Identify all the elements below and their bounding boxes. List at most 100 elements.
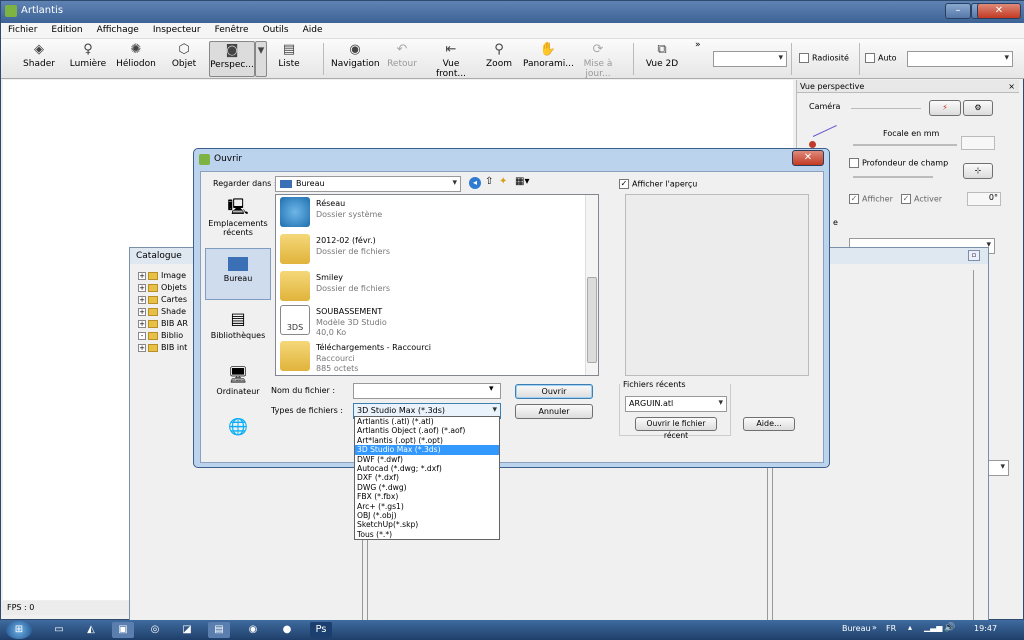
explorer-icon[interactable]: ▭ <box>48 622 70 638</box>
filetype-option[interactable]: DXF (*.dxf) <box>355 473 499 482</box>
toolbar-overflow[interactable]: » <box>695 40 701 50</box>
filetype-option[interactable]: FBX (*.fbx) <box>355 492 499 501</box>
afficher-apercu-checkbox[interactable]: ✓ Afficher l'aperçu <box>619 179 697 189</box>
filename-input[interactable] <box>353 383 501 399</box>
file-list-scrollbar[interactable] <box>585 195 598 375</box>
mise-a-jour-button[interactable]: ⟳ Mise à jour... <box>573 41 623 79</box>
back-icon[interactable]: ◂ <box>469 177 481 189</box>
menu-aide[interactable]: Aide <box>296 23 330 37</box>
objet-button[interactable]: ⬡ Objet <box>165 41 203 77</box>
place-network[interactable]: 🌐 <box>205 412 271 440</box>
language-indicator[interactable]: FR <box>886 624 896 633</box>
profondeur-checkbox[interactable]: Profondeur de champ <box>849 158 948 168</box>
recents-dropdown[interactable]: ARGUIN.atl <box>625 396 727 412</box>
network-signal-icon[interactable]: ▁▃▅ <box>924 623 942 632</box>
taskbar-app-icon[interactable]: ◭ <box>80 622 102 638</box>
tray-arrow-icon[interactable]: ▴ <box>908 623 912 632</box>
file-row-reseau[interactable]: Réseau Dossier système <box>280 195 580 231</box>
vue-2d-button[interactable]: ⧉ Vue 2D <box>643 41 681 77</box>
photoshop-icon[interactable]: Ps <box>310 622 332 638</box>
scrollbar-thumb[interactable] <box>587 277 597 363</box>
target-button[interactable]: ⊹ <box>963 163 993 179</box>
aide-button[interactable]: Aide... <box>743 417 795 431</box>
annuler-button[interactable]: Annuler <box>515 404 593 419</box>
gear-icon[interactable]: ⚙ <box>963 100 993 116</box>
menu-inspecteur[interactable]: Inspecteur <box>146 23 208 37</box>
tree-item[interactable]: + BIB AR <box>138 318 198 330</box>
camera-path-button[interactable]: ⚡ <box>929 100 961 116</box>
toolbar-combo[interactable] <box>713 51 787 67</box>
minimize-button[interactable]: – <box>945 3 971 19</box>
place-bibliotheques[interactable]: ▤ Bibliothèques <box>205 304 271 356</box>
auto-checkbox[interactable]: Auto <box>865 53 897 63</box>
radiosite-checkbox[interactable]: Radiosité <box>799 53 849 63</box>
place-bureau[interactable]: Bureau <box>205 248 271 300</box>
panoramique-button[interactable]: ✋ Panorami... <box>523 41 574 77</box>
perspective-dropdown[interactable]: ▾ <box>255 41 267 77</box>
menu-fenetre[interactable]: Fenêtre <box>208 23 256 37</box>
file-row-smiley[interactable]: Smiley Dossier de fichiers <box>280 269 580 305</box>
panel-combo-lower[interactable] <box>987 460 1009 476</box>
tree-item[interactable]: + Image <box>138 270 198 282</box>
chevron-down-icon[interactable]: ▾ <box>489 384 494 394</box>
filetype-option[interactable]: DWF (*.dwf) <box>355 455 499 464</box>
close-button[interactable]: ✕ <box>977 3 1021 19</box>
taskbar-app-icon[interactable]: ▣ <box>112 622 134 638</box>
filetype-option[interactable]: Artlantis Object (.aof) (*.aof) <box>355 426 499 435</box>
up-folder-icon[interactable]: ⇧ <box>485 176 493 187</box>
afficher-checkbox[interactable]: ✓ Afficher <box>849 194 893 204</box>
start-button[interactable]: ⊞ <box>6 621 32 639</box>
retour-button[interactable]: ↶ Retour <box>385 41 419 77</box>
ouvrir-recent-button[interactable]: Ouvrir le fichier récent <box>635 417 717 440</box>
taskbar-bureau[interactable]: Bureau <box>842 624 871 633</box>
filetype-option[interactable]: DWG (*.dwg) <box>355 483 499 492</box>
place-ordinateur[interactable]: 🖥 Ordinateur <box>205 360 271 412</box>
dialog-close-button[interactable]: ✕ <box>792 150 824 166</box>
tree-item[interactable]: + Shade <box>138 306 198 318</box>
menu-outils[interactable]: Outils <box>256 23 296 37</box>
menu-edition[interactable]: Edition <box>44 23 89 37</box>
regarder-dropdown[interactable]: Bureau <box>275 176 461 192</box>
profondeur-slider[interactable] <box>853 176 933 178</box>
filetype-option[interactable]: SketchUp(*.skp) <box>355 520 499 529</box>
taskbar-app-icon[interactable]: ◉ <box>242 622 264 638</box>
focale-input[interactable] <box>961 136 995 150</box>
place-recent[interactable]: 🖳 Emplacements récents <box>205 192 271 244</box>
filetype-option[interactable]: Artlantis (.atl) (*.atl) <box>355 417 499 426</box>
angle-input[interactable]: 0° <box>967 192 1001 206</box>
file-row-telechargements[interactable]: Téléchargements - Raccourci Raccourci 885 … <box>280 339 580 375</box>
restore-icon[interactable]: ▫ <box>968 250 980 261</box>
firefox-icon[interactable]: ● <box>276 622 298 638</box>
vue-frontale-button[interactable]: ⇤ Vue front... <box>427 41 475 79</box>
liste-button[interactable]: ▤ Liste <box>273 41 305 77</box>
focale-slider[interactable] <box>853 144 957 146</box>
catalogue-scrollbar[interactable] <box>973 270 983 620</box>
volume-icon[interactable]: 🔊 <box>944 623 955 633</box>
file-row-2012-02[interactable]: 2012-02 (févr.) Dossier de fichiers <box>280 232 580 268</box>
navigation-button[interactable]: ◉ Navigation <box>331 41 380 77</box>
activer-checkbox[interactable]: ✓ Activer <box>901 194 942 204</box>
taskbar-app-icon[interactable]: ◪ <box>176 622 198 638</box>
file-row-soubassement[interactable]: 3DS SOUBASSEMENT Modèle 3D Studio 40,0 Ko <box>280 303 580 339</box>
filetype-option[interactable]: Autocad (*.dwg; *.dxf) <box>355 464 499 473</box>
filetype-option[interactable]: OBJ (*.obj) <box>355 511 499 520</box>
filetype-option[interactable]: Tous (*.*) <box>355 530 499 539</box>
menu-affichage[interactable]: Affichage <box>90 23 146 37</box>
filetype-option[interactable]: Art*lantis (.opt) (*.opt) <box>355 436 499 445</box>
tree-item[interactable]: + Cartes <box>138 294 198 306</box>
new-folder-icon[interactable]: ✦ <box>499 176 507 187</box>
tree-item[interactable]: + Objets <box>138 282 198 294</box>
artlantis-task-icon[interactable]: ▤ <box>208 622 230 638</box>
clock[interactable]: 19:47 <box>974 624 997 633</box>
render-combo[interactable] <box>907 51 1013 67</box>
lumiere-button[interactable]: ♀ Lumière <box>67 41 109 77</box>
tree-item[interactable]: - Biblio <box>138 330 198 342</box>
heliodon-button[interactable]: ✺ Héliodon <box>115 41 157 77</box>
menu-fichier[interactable]: Fichier <box>1 23 44 37</box>
zoom-button[interactable]: ⚲ Zoom <box>483 41 515 77</box>
tree-item[interactable]: + BIB int <box>138 342 198 354</box>
taskbar-app-icon[interactable]: ◎ <box>144 622 166 638</box>
filetype-option[interactable]: Arc+ (*.gs1) <box>355 502 499 511</box>
ouvrir-button[interactable]: Ouvrir <box>515 384 593 399</box>
filetype-option-selected[interactable]: 3D Studio Max (*.3ds) <box>355 445 499 455</box>
